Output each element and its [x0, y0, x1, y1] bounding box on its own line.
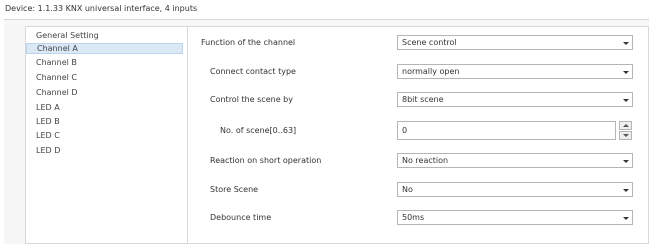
contact-type-label: Connect contact type [210, 67, 296, 76]
sidebar-item-general-setting[interactable]: General Setting [36, 30, 99, 41]
reaction-label: Reaction on short operation [210, 156, 322, 165]
scene-number-input[interactable]: 0 [397, 121, 616, 140]
sidebar-item-led-a[interactable]: LED A [36, 102, 60, 113]
sidebar-item-led-b[interactable]: LED B [36, 116, 60, 127]
sidebar-item-channel-b[interactable]: Channel B [36, 57, 77, 68]
scene-number-spinbox: 0 [397, 121, 633, 140]
reaction-value: No reaction [402, 156, 449, 165]
function-label: Function of the channel [201, 38, 296, 47]
store-scene-select[interactable]: No [397, 182, 633, 197]
contact-type-value: normally open [402, 67, 460, 76]
spin-up-button[interactable] [619, 121, 632, 130]
control-scene-label: Control the scene by [210, 95, 293, 104]
sidebar-item-channel-d[interactable]: Channel D [36, 87, 78, 98]
sidebar-item-channel-a[interactable]: Channel A [26, 43, 183, 54]
control-scene-value: 8bit scene [402, 95, 444, 104]
function-select[interactable]: Scene control [397, 35, 633, 50]
function-value: Scene control [402, 38, 457, 47]
debounce-label: Debounce time [210, 213, 272, 222]
sidebar-item-channel-c[interactable]: Channel C [36, 72, 77, 83]
debounce-select[interactable]: 50ms [397, 210, 633, 225]
store-scene-label: Store Scene [210, 185, 259, 194]
arrow-up-icon [623, 124, 629, 127]
reaction-select[interactable]: No reaction [397, 153, 633, 168]
sidebar: General Setting Channel A Channel B Chan… [25, 26, 187, 244]
sidebar-item-led-d[interactable]: LED D [36, 145, 60, 156]
spin-down-button[interactable] [619, 131, 632, 140]
arrow-down-icon [623, 134, 629, 137]
chevron-down-icon [623, 99, 629, 102]
sidebar-item-led-c[interactable]: LED C [36, 130, 60, 141]
chevron-down-icon [623, 42, 629, 45]
chevron-down-icon [623, 71, 629, 74]
chevron-down-icon [623, 160, 629, 163]
chevron-down-icon [623, 189, 629, 192]
window-title: Device: 1.1.33 KNX universal interface, … [5, 4, 198, 13]
contact-type-select[interactable]: normally open [397, 64, 633, 79]
scene-number-value: 0 [402, 126, 408, 135]
debounce-value: 50ms [402, 213, 425, 222]
control-scene-select[interactable]: 8bit scene [397, 92, 633, 107]
store-scene-value: No [402, 185, 413, 194]
chevron-down-icon [623, 217, 629, 220]
spin-buttons [619, 121, 633, 140]
scene-number-label: No. of scene[0..63] [220, 126, 297, 135]
